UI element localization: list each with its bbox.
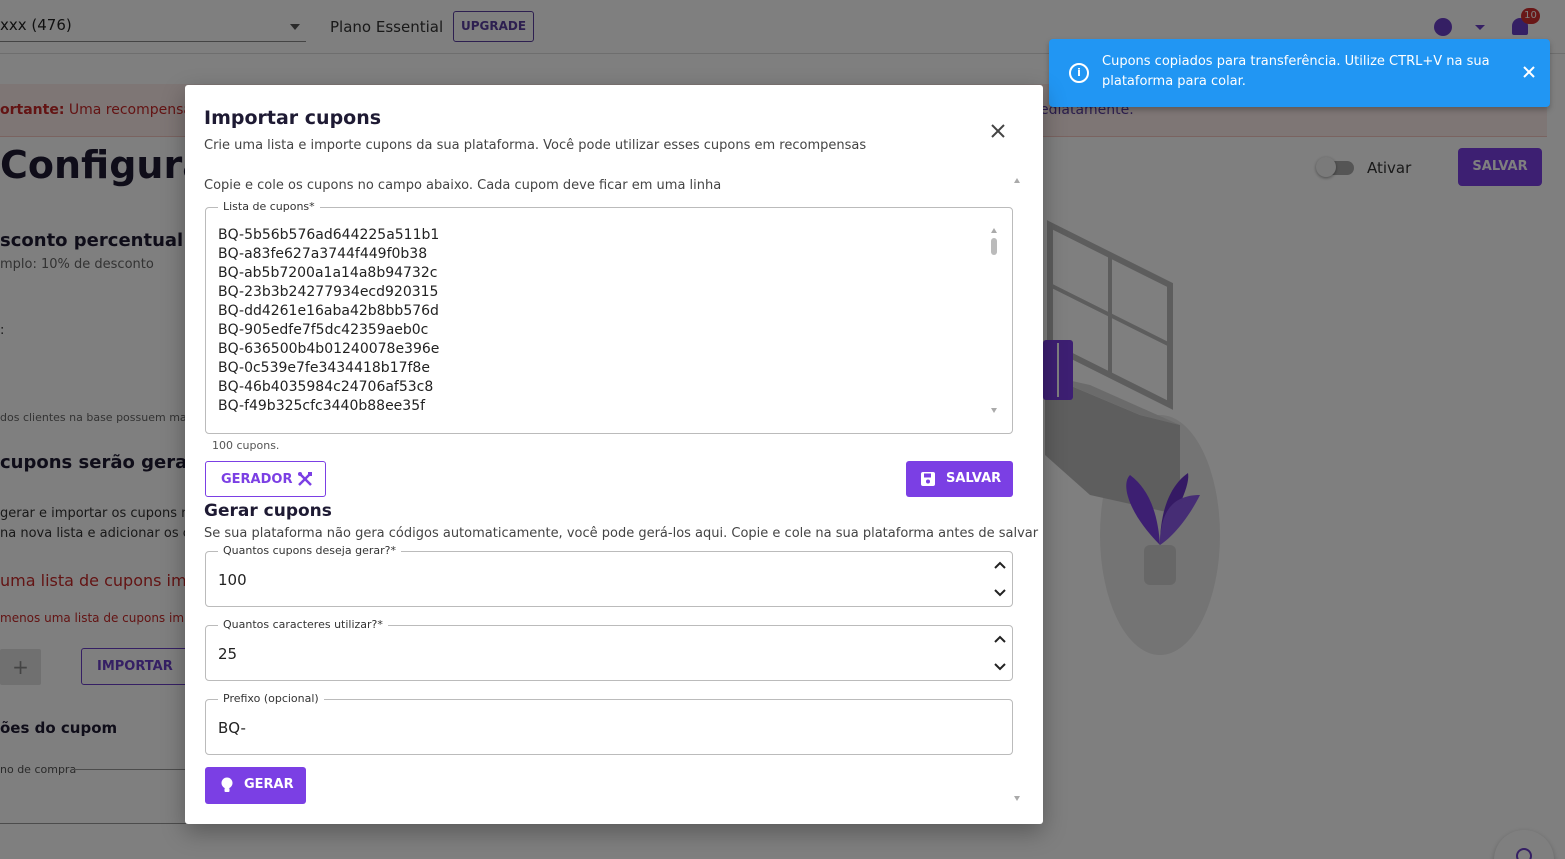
coupon-list-textarea[interactable]: Lista de cupons* BQ-5b56b576ad644225a511… [205, 200, 1013, 434]
textarea-scroll-up-icon[interactable] [991, 228, 997, 233]
quantity-increment-icon[interactable] [993, 560, 1007, 570]
coupon-line: BQ-0c539e7fe3434418b17f8e [218, 360, 430, 376]
generate-button[interactable]: GERAR [205, 767, 306, 804]
modal-close-icon[interactable] [988, 121, 1008, 141]
modal-subtitle: Crie uma lista e importe cupons da sua p… [204, 138, 867, 153]
generate-description: Se sua plataforma não gera códigos autom… [204, 526, 1039, 541]
coupon-line: BQ-f49b325cfc3440b88ee35f [218, 398, 426, 414]
coupon-line: BQ-23b3b24277934ecd920315 [218, 284, 439, 300]
generator-button[interactable]: GERADOR [205, 461, 326, 497]
textarea-scroll-down-icon[interactable] [991, 408, 997, 413]
paste-instruction: Copie e cole os cupons no campo abaixo. … [204, 178, 722, 193]
import-coupons-modal: Importar cupons Crie uma lista e importe… [185, 85, 1043, 824]
toast-message: Cupons copiados para transferência. Util… [1102, 54, 1490, 89]
textarea-scrollbar-thumb[interactable] [991, 238, 997, 255]
modal-save-button[interactable]: SALVAR [906, 461, 1013, 497]
coupon-line: BQ-dd4261e16aba42b8bb576d [218, 303, 439, 319]
coupon-line: BQ-ab5b7200a1a14a8b94732c [218, 265, 438, 281]
coupon-line: BQ-5b56b576ad644225a511b1 [218, 227, 440, 243]
characters-stepper[interactable]: Quantos caracteres utilizar?* 25 [205, 618, 1013, 681]
generate-heading: Gerar cupons [204, 501, 332, 521]
quantity-decrement-icon[interactable] [993, 588, 1007, 598]
coupon-list-label: Lista de cupons* [218, 200, 320, 213]
modal-save-label: SALVAR [946, 471, 1002, 486]
quantity-label: Quantos cupons deseja gerar?* [218, 544, 401, 557]
tools-icon [298, 472, 312, 486]
prefix-value: BQ- [218, 719, 246, 737]
save-icon [921, 472, 935, 486]
characters-decrement-icon[interactable] [993, 662, 1007, 672]
coupon-line: BQ-905edfe7f5dc42359aeb0c [218, 322, 429, 338]
quantity-stepper[interactable]: Quantos cupons deseja gerar?* 100 [205, 544, 1013, 607]
generate-button-label: GERAR [244, 777, 294, 792]
generator-button-label: GERADOR [221, 472, 293, 487]
coupon-list[interactable]: BQ-5b56b576ad644225a511b1 BQ-a83fe627a374… [218, 226, 978, 416]
characters-increment-icon[interactable] [993, 634, 1007, 644]
coupon-line: BQ-a83fe627a3744f449f0b38 [218, 246, 428, 262]
prefix-field[interactable]: Prefixo (opcional) BQ- [205, 692, 1013, 755]
modal-title: Importar cupons [204, 107, 382, 129]
coupon-line: BQ-46b4035984c24706af53c8 [218, 379, 434, 395]
toast-close-icon[interactable] [1521, 64, 1537, 80]
lightbulb-icon [221, 777, 233, 792]
characters-value: 25 [218, 645, 238, 663]
info-icon: i [1069, 63, 1089, 83]
modal-scroll-up-icon[interactable] [1014, 178, 1020, 183]
copied-toast: i Cupons copiados para transferência. Ut… [1049, 39, 1550, 107]
characters-label: Quantos caracteres utilizar?* [218, 618, 388, 631]
prefix-label: Prefixo (opcional) [218, 692, 324, 705]
coupon-line: BQ-636500b4b01240078e396e [218, 341, 440, 357]
coupon-count: 100 cupons. [212, 439, 280, 452]
quantity-value: 100 [218, 571, 247, 589]
modal-scroll-down-icon[interactable] [1014, 796, 1020, 801]
